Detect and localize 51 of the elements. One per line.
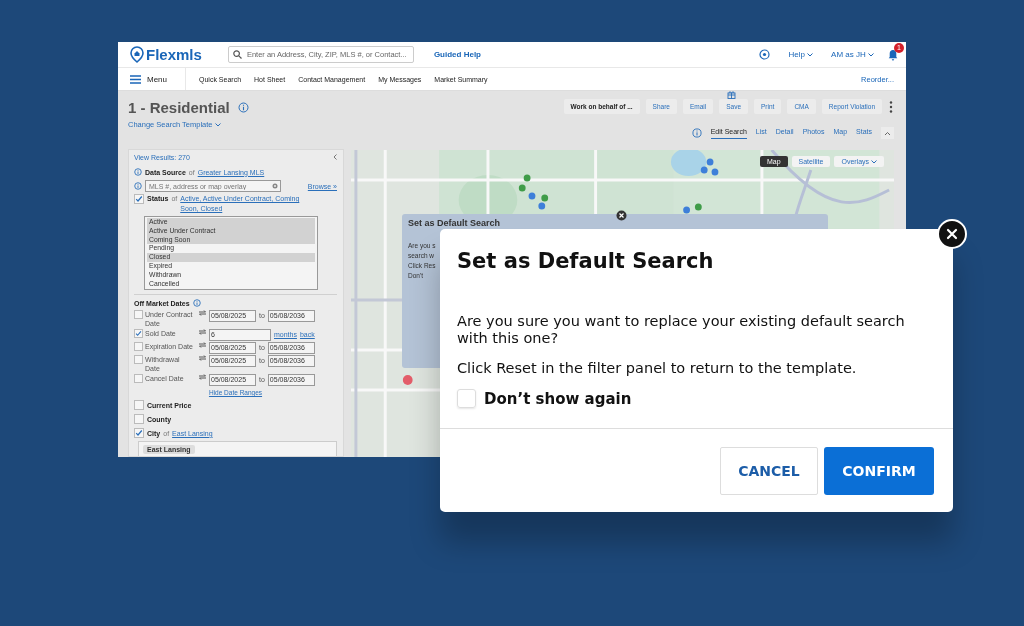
menu-icon	[130, 74, 141, 84]
info-icon[interactable]	[237, 102, 249, 113]
search-icon	[232, 50, 242, 59]
date-checkbox[interactable]	[134, 310, 143, 320]
dont-show-checkbox[interactable]	[457, 389, 476, 408]
checkbox-label: Don’t show again	[484, 389, 632, 408]
dialog-message: Are you sure you want to replace your existing default search with this one?	[457, 313, 906, 347]
gift-icon	[727, 90, 737, 99]
guided-help-link[interactable]: Guided Help	[433, 50, 481, 59]
caret-icon	[807, 53, 814, 57]
swap-icon[interactable]	[199, 310, 206, 317]
info-icon[interactable]	[134, 182, 142, 190]
more-icon[interactable]	[888, 99, 894, 114]
caret-icon	[868, 53, 874, 57]
bell-icon[interactable]	[888, 48, 898, 61]
dialog-title: Set as Default Search	[408, 218, 502, 228]
collapse-button[interactable]	[881, 127, 894, 139]
swap-icon[interactable]	[199, 374, 206, 381]
close-button[interactable]	[937, 219, 967, 249]
menu-button[interactable]: Menu	[130, 68, 186, 90]
help-menu[interactable]: Help	[788, 50, 814, 59]
confirm-button[interactable]: CONFIRM	[824, 447, 934, 495]
date-checkbox[interactable]	[134, 342, 143, 352]
date-checkbox[interactable]	[134, 355, 143, 365]
chevron-up-icon	[884, 130, 891, 136]
logo-pin-icon	[130, 46, 144, 63]
close-icon[interactable]	[616, 210, 627, 221]
field-checkbox[interactable]	[134, 400, 144, 411]
date-checkbox[interactable]	[134, 374, 143, 384]
swap-icon[interactable]	[199, 329, 206, 336]
gear-icon	[272, 183, 278, 189]
cancel-button[interactable]: CANCEL	[720, 447, 818, 495]
date-checkbox[interactable]	[134, 329, 143, 339]
dialog-title: Set as Default Search	[457, 249, 715, 273]
dialog-hint: Click Reset in the filter panel to return to the template.	[457, 360, 858, 376]
field-checkbox[interactable]	[134, 414, 144, 425]
status-checkbox[interactable]	[134, 194, 144, 204]
user-menu[interactable]: AM as JH	[831, 50, 874, 59]
field-checkbox[interactable]	[134, 428, 144, 439]
close-icon	[946, 228, 958, 240]
info-icon[interactable]	[192, 299, 201, 308]
swap-icon[interactable]	[199, 342, 206, 349]
logo-text[interactable]: Flexmls	[146, 46, 202, 63]
search-help-icon[interactable]	[759, 49, 771, 60]
info-icon[interactable]	[134, 168, 142, 176]
caret-icon	[214, 123, 221, 127]
info-icon[interactable]	[691, 128, 702, 138]
caret-icon	[871, 160, 877, 164]
page-title: 1 - Residential	[128, 99, 230, 116]
collapse-icon[interactable]	[333, 154, 337, 160]
swap-icon[interactable]	[199, 355, 206, 362]
